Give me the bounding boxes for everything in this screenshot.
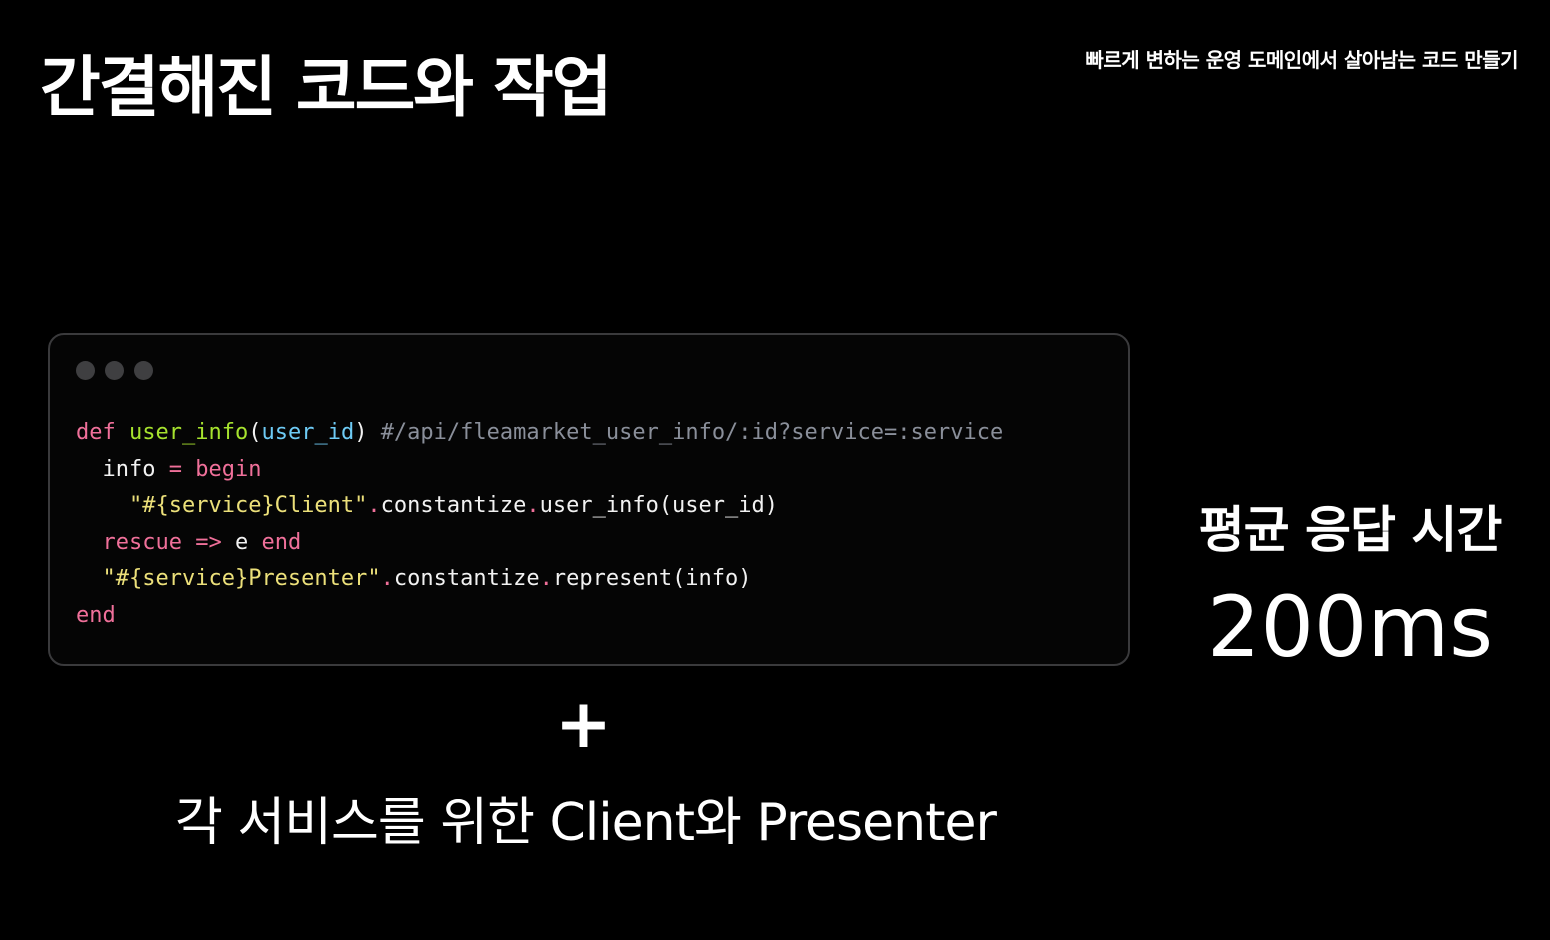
code-token: => [195,529,222,555]
code-token: . [526,493,540,518]
slide-subtitle: 빠르게 변하는 운영 도메인에서 살아남는 코드 만들기 [1085,48,1518,72]
metric-value: 200ms [1207,578,1493,676]
code-token: info [76,456,169,482]
window-controls [76,361,153,380]
code-token: user_id [261,420,355,445]
code-token: user_info [129,420,249,445]
code-token: end [76,602,116,628]
window-dot-icon [134,361,153,380]
code-token: ) [354,420,381,445]
code-line: info = begin [76,452,1003,489]
window-dot-icon [76,361,95,380]
code-line: "#{service}Client".constantize.user_info… [76,488,1003,525]
code-token: "#{service}Presenter" [102,566,381,591]
code-token: ( [248,420,262,445]
code-token: constantize [380,493,527,518]
slide-title: 간결해진 코드와 작업 [40,49,612,126]
code-token: . [380,566,394,591]
code-line: rescue => e end [76,525,1003,562]
code-token: user_info(user_id) [539,493,779,518]
code-block: def user_info(user_id) #/api/fleamarket_… [76,415,1003,634]
code-token: constantize [393,566,540,591]
code-token: . [539,566,553,591]
metric-label: 평균 응답 시간 [1198,501,1503,559]
code-token: def [76,420,116,445]
plus-sign: + [555,685,612,764]
code-line: def user_info(user_id) #/api/fleamarket_… [76,415,1003,452]
caption: 각 서비스를 위한 Client와 Presenter [175,793,997,853]
code-token: end [261,529,302,555]
code-token: represent(info) [552,566,752,591]
code-token: = [168,456,182,482]
code-token: begin [195,456,262,482]
code-token: e [221,529,262,555]
code-token: "#{service}Client" [128,493,368,518]
code-token: #/api/fleamarket_user_info/:id?service=:… [380,420,1004,445]
code-token: rescue [102,529,182,555]
code-line: end [76,598,1003,635]
window-dot-icon [105,361,124,380]
code-line: "#{service}Presenter".constantize.repres… [76,561,1003,598]
code-window: def user_info(user_id) #/api/fleamarket_… [48,333,1130,666]
code-token: . [367,493,381,518]
